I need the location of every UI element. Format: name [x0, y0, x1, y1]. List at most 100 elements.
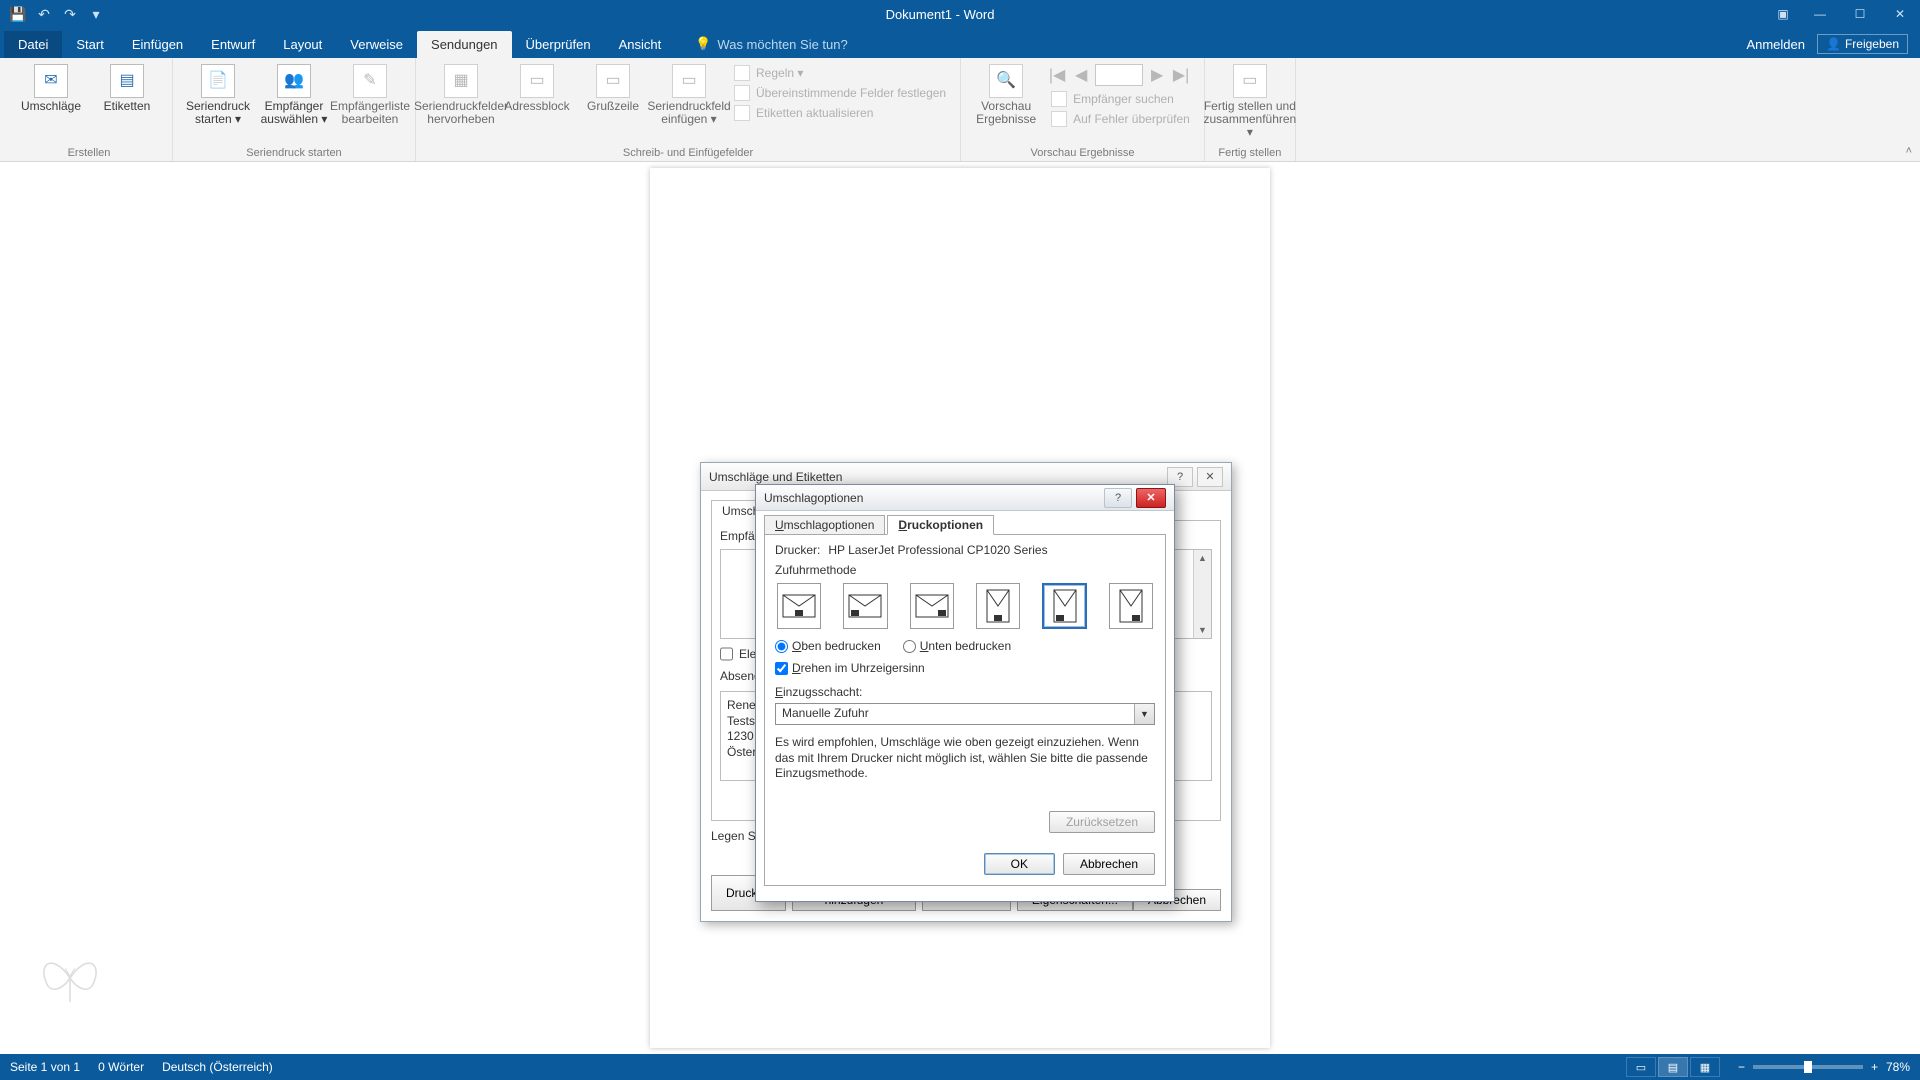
sign-in-link[interactable]: Anmelden — [1746, 37, 1805, 52]
greeting-icon: ▭ — [596, 64, 630, 98]
status-words[interactable]: 0 Wörter — [98, 1060, 144, 1074]
status-language[interactable]: Deutsch (Österreich) — [162, 1060, 273, 1074]
clockwise-rotation-checkbox-input[interactable] — [775, 662, 788, 675]
share-button[interactable]: 👤 Freigeben — [1817, 34, 1908, 54]
finish-icon: ▭ — [1233, 64, 1267, 98]
tab-review[interactable]: Überprüfen — [512, 31, 605, 58]
tab-print-text: ruckoptionen — [907, 518, 983, 532]
save-icon[interactable]: 💾 — [8, 4, 28, 24]
find-recipient-button: Empfänger suchen — [1047, 90, 1194, 108]
dialog2-tab-print-options[interactable]: Druckoptionen — [887, 515, 994, 535]
tab-start[interactable]: Start — [62, 31, 117, 58]
record-navigation: |◀ ◀ ▶ ▶| — [1047, 64, 1194, 86]
rules-icon — [734, 65, 750, 81]
tab-opt-hotkey: U — [775, 518, 784, 532]
status-page[interactable]: Seite 1 von 1 — [10, 1060, 80, 1074]
tab-layout[interactable]: Layout — [269, 31, 336, 58]
face-down-radio[interactable]: Unten bedrucken — [903, 639, 1011, 653]
errors-icon — [1051, 111, 1067, 127]
feed-method-label: Zufuhrmethode — [775, 563, 1155, 577]
read-mode-button[interactable]: ▭ — [1626, 1057, 1656, 1077]
ribbon-display-options-icon[interactable]: ▣ — [1766, 0, 1800, 28]
dialog2-tab-envelope-options[interactable]: Umschlagoptionen — [764, 515, 885, 535]
close-button[interactable]: ✕ — [1880, 0, 1920, 28]
zoom-in-button[interactable]: + — [1871, 1060, 1878, 1074]
web-layout-button[interactable]: ▦ — [1690, 1057, 1720, 1077]
edit-recipient-list-button: ✎ Empfängerliste bearbeiten — [335, 64, 405, 126]
zoom-slider-thumb[interactable] — [1804, 1061, 1812, 1073]
labels-button[interactable]: ▤ Etiketten — [92, 64, 162, 113]
ok-button[interactable]: OK — [984, 853, 1055, 875]
tell-me-placeholder: Was möchten Sie tun? — [717, 37, 847, 52]
zoom-out-button[interactable]: − — [1738, 1060, 1745, 1074]
labels-label: Etiketten — [104, 100, 151, 113]
tell-me-search[interactable]: 💡 Was möchten Sie tun? — [695, 36, 848, 58]
tab-file[interactable]: Datei — [4, 31, 62, 58]
tab-references[interactable]: Verweise — [336, 31, 417, 58]
redo-icon[interactable]: ↷ — [60, 4, 80, 24]
face-up-label: ben bedrucken — [801, 639, 880, 653]
tab-design[interactable]: Entwurf — [197, 31, 269, 58]
feed-option-4[interactable] — [976, 583, 1020, 629]
select-recipients-button[interactable]: 👥 Empfänger auswählen ▾ — [259, 64, 329, 126]
start-mailmerge-button[interactable]: 📄 Seriendruck starten ▾ — [183, 64, 253, 126]
feed-option-6[interactable] — [1109, 583, 1153, 629]
customize-qat-icon[interactable]: ▾ — [86, 4, 106, 24]
tray-hotkey: E — [775, 685, 783, 699]
check-errors-label: Auf Fehler überprüfen — [1073, 112, 1190, 126]
dialog2-help-button[interactable]: ? — [1104, 488, 1132, 508]
dialog2-pane: Drucker: HP LaserJet Professional CP1020… — [764, 534, 1166, 886]
document-area: Umschläge und Etiketten ? ✕ Umschläge Et… — [0, 162, 1920, 1054]
feed-option-5-selected[interactable] — [1042, 583, 1086, 629]
dialog2-tabs: Umschlagoptionen Druckoptionen — [764, 515, 1166, 535]
window-title: Dokument1 - Word — [114, 7, 1766, 22]
maximize-button[interactable]: ☐ — [1840, 0, 1880, 28]
cancel-button[interactable]: Abbrechen — [1063, 853, 1155, 875]
feed-tray-label: inzugsschacht: — [783, 685, 862, 699]
labels-icon: ▤ — [110, 64, 144, 98]
find-icon — [1051, 91, 1067, 107]
tab-view[interactable]: Ansicht — [605, 31, 676, 58]
feed-option-2[interactable] — [843, 583, 887, 629]
dialog2-titlebar[interactable]: Umschlagoptionen ? ✕ — [756, 485, 1174, 511]
envelopes-button[interactable]: ✉ Umschläge — [16, 64, 86, 113]
rules-label: Regeln ▾ — [756, 66, 803, 80]
zoom-slider[interactable] — [1753, 1065, 1863, 1069]
highlight-fields-button: ▦ Seriendruckfelder hervorheben — [426, 64, 496, 126]
minimize-button[interactable]: — — [1800, 0, 1840, 28]
greeting-line-label: Grußzeile — [587, 100, 639, 113]
clockwise-rotation-checkbox[interactable]: Drehen im Uhrzeigersinn — [775, 661, 1155, 675]
group-create: ✉ Umschläge ▤ Etiketten Erstellen — [6, 58, 173, 161]
scroll-down-icon[interactable]: ▼ — [1194, 622, 1211, 638]
zoom-value[interactable]: 78% — [1886, 1060, 1910, 1074]
group-write-insert-fields: ▦ Seriendruckfelder hervorheben ▭ Adress… — [416, 58, 961, 161]
recipient-scrollbar[interactable]: ▲ ▼ — [1193, 550, 1211, 638]
group-write-insert-label: Schreib- und Einfügefelder — [623, 145, 753, 159]
face-up-radio-input[interactable] — [775, 640, 788, 653]
view-buttons: ▭ ▤ ▦ — [1626, 1057, 1720, 1077]
tab-mailings[interactable]: Sendungen — [417, 31, 512, 58]
scroll-up-icon[interactable]: ▲ — [1194, 550, 1211, 566]
group-finish: ▭ Fertig stellen und zusammenführen ▾ Fe… — [1205, 58, 1296, 161]
undo-icon[interactable]: ↶ — [34, 4, 54, 24]
face-down-radio-input[interactable] — [903, 640, 916, 653]
face-up-radio[interactable]: Oben bedrucken — [775, 639, 881, 653]
feed-option-3[interactable] — [910, 583, 954, 629]
check-errors-button: Auf Fehler überprüfen — [1047, 110, 1194, 128]
eporto-checkbox-input[interactable] — [720, 647, 733, 661]
prev-record-button: ◀ — [1071, 65, 1091, 85]
feed4-icon — [986, 589, 1010, 623]
collapse-ribbon-button[interactable]: ˄ — [1906, 145, 1912, 157]
address-block-label: Adressblock — [504, 100, 569, 113]
face-down-label: nten bedrucken — [928, 639, 1011, 653]
feed1-icon — [782, 594, 816, 618]
first-record-button: |◀ — [1047, 65, 1067, 85]
dialog2-close-button[interactable]: ✕ — [1136, 488, 1166, 508]
dialog1-close-button[interactable]: ✕ — [1197, 467, 1223, 487]
tab-insert[interactable]: Einfügen — [118, 31, 197, 58]
feed-option-1[interactable] — [777, 583, 821, 629]
highlight-fields-label: Seriendruckfelder hervorheben — [414, 100, 508, 126]
feed-tray-dropdown-button[interactable]: ▼ — [1134, 704, 1154, 724]
feed-tray-combobox[interactable]: Manuelle Zufuhr ▼ — [775, 703, 1155, 725]
print-layout-button[interactable]: ▤ — [1658, 1057, 1688, 1077]
